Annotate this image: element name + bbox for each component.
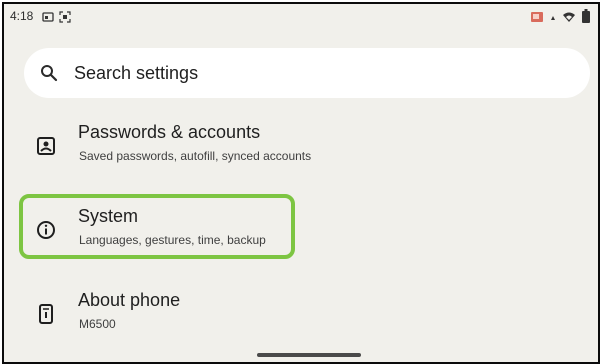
wifi-icon bbox=[562, 10, 576, 28]
cast-icon bbox=[42, 10, 54, 28]
status-time: 4:18 bbox=[10, 9, 34, 23]
battery-icon bbox=[582, 9, 590, 28]
search-placeholder: Search settings bbox=[74, 62, 199, 83]
settings-item-title: Passwords & accounts bbox=[78, 122, 261, 142]
system-highlight-outline bbox=[19, 194, 295, 259]
settings-item-about-phone[interactable]: About phone M6500 bbox=[22, 286, 582, 346]
status-icons bbox=[530, 9, 590, 28]
cast-connected-icon bbox=[530, 10, 544, 28]
phone-icon bbox=[36, 304, 56, 324]
signal-icon bbox=[550, 10, 556, 28]
search-bar[interactable]: Search settings bbox=[24, 48, 590, 98]
status-bar: 4:18 bbox=[4, 4, 598, 30]
settings-item-subtitle: Saved passwords, autofill, synced accoun… bbox=[79, 149, 312, 163]
screenshot-icon bbox=[59, 10, 71, 28]
account-box-icon bbox=[36, 136, 56, 156]
screen-frame: 4:18 Search settings Passwords & account… bbox=[2, 2, 600, 364]
settings-item-subtitle: M6500 bbox=[79, 317, 116, 331]
gesture-handle[interactable] bbox=[257, 353, 361, 357]
search-icon bbox=[40, 64, 58, 82]
settings-item-passwords-accounts[interactable]: Passwords & accounts Saved passwords, au… bbox=[22, 118, 582, 178]
settings-item-title: About phone bbox=[78, 290, 181, 310]
